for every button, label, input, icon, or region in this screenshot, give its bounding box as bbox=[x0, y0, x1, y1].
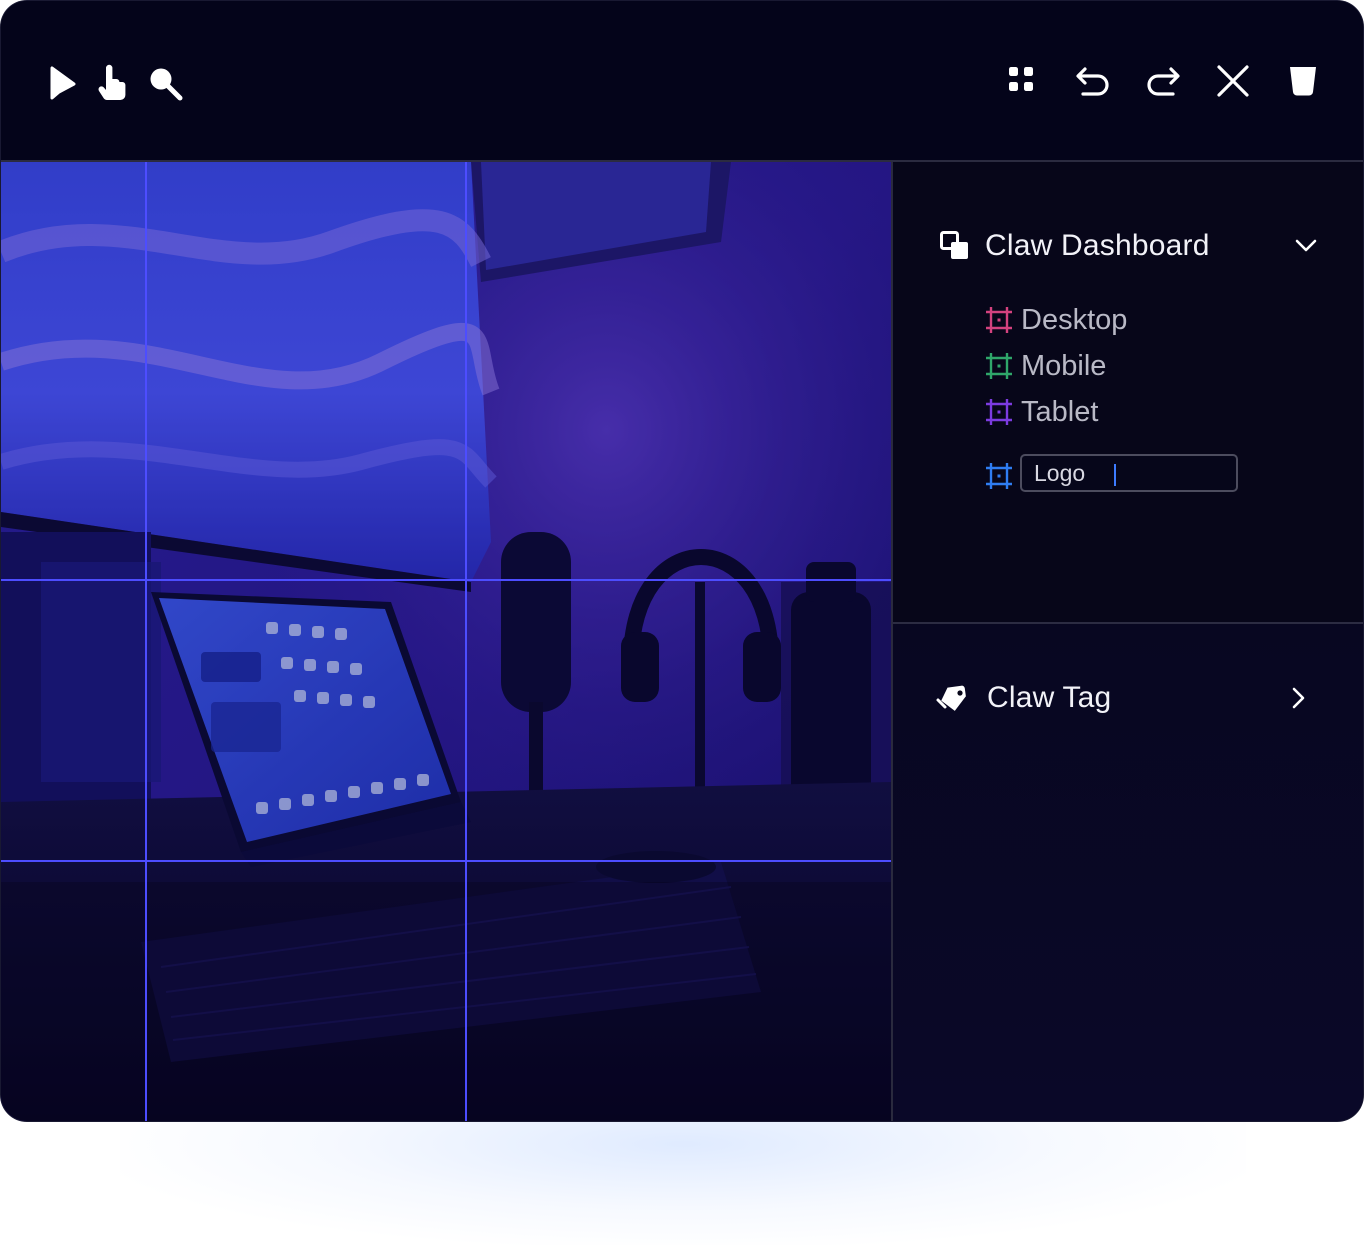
layers-icon bbox=[940, 231, 968, 259]
tag-section-title: Claw Tag bbox=[987, 681, 1112, 714]
editor-window: Claw Dashboard Desktop Mobile Tablet Log… bbox=[1, 1, 1363, 1121]
tag-section-header[interactable]: Claw Tag bbox=[935, 678, 1315, 718]
tag-section: Claw Tag bbox=[893, 624, 1363, 1121]
side-panel: Claw Dashboard Desktop Mobile Tablet Log… bbox=[891, 162, 1363, 1121]
layer-label: Mobile bbox=[1021, 349, 1107, 382]
delete-button[interactable] bbox=[1283, 59, 1323, 103]
layer-item-mobile[interactable]: Mobile bbox=[985, 348, 1106, 384]
layers-section: Claw Dashboard Desktop Mobile Tablet Log… bbox=[893, 162, 1363, 624]
redo-button[interactable] bbox=[1141, 59, 1185, 103]
hand-pointer-icon bbox=[98, 64, 126, 101]
chevron-right-icon[interactable] bbox=[1285, 685, 1311, 711]
tags-icon bbox=[936, 685, 966, 711]
grid-guide-vertical-2[interactable] bbox=[465, 162, 467, 1121]
grid-guide-vertical-1[interactable] bbox=[145, 162, 147, 1121]
layer-item-tablet[interactable]: Tablet bbox=[985, 394, 1098, 430]
hand-tool-button[interactable] bbox=[93, 61, 133, 105]
close-button[interactable] bbox=[1211, 59, 1255, 103]
undo-icon bbox=[1076, 67, 1109, 96]
grid-guide-horizontal-1[interactable] bbox=[1, 579, 891, 581]
grid-view-button[interactable] bbox=[1001, 59, 1041, 99]
layer-item-desktop[interactable]: Desktop bbox=[985, 302, 1127, 338]
chevron-down-icon[interactable] bbox=[1293, 233, 1319, 259]
text-caret bbox=[1114, 464, 1116, 486]
layer-label: Tablet bbox=[1021, 395, 1099, 428]
frame-icon bbox=[986, 353, 1012, 379]
layer-rename-input[interactable] bbox=[1020, 454, 1238, 492]
redo-icon bbox=[1147, 67, 1180, 96]
zoom-tool-button[interactable] bbox=[143, 61, 187, 105]
trash-icon bbox=[1290, 67, 1316, 96]
frame-icon bbox=[986, 307, 1012, 333]
layers-section-header[interactable]: Claw Dashboard bbox=[939, 226, 1319, 266]
frame-icon bbox=[986, 399, 1012, 425]
layer-label: Desktop bbox=[1021, 303, 1128, 336]
pointer-arrow-icon bbox=[50, 66, 76, 100]
toolbar bbox=[1, 1, 1363, 162]
grid-icon bbox=[1009, 67, 1033, 91]
search-icon bbox=[150, 68, 183, 101]
layer-item-logo[interactable] bbox=[985, 458, 1013, 494]
design-canvas[interactable] bbox=[1, 162, 891, 1121]
frame-icon bbox=[986, 463, 1012, 489]
undo-button[interactable] bbox=[1071, 59, 1115, 103]
workspace-photo bbox=[1, 162, 891, 1121]
grid-guide-horizontal-2[interactable] bbox=[1, 860, 891, 862]
select-tool-button[interactable] bbox=[41, 61, 81, 105]
layers-section-title: Claw Dashboard bbox=[985, 229, 1210, 262]
close-icon bbox=[1217, 65, 1249, 97]
